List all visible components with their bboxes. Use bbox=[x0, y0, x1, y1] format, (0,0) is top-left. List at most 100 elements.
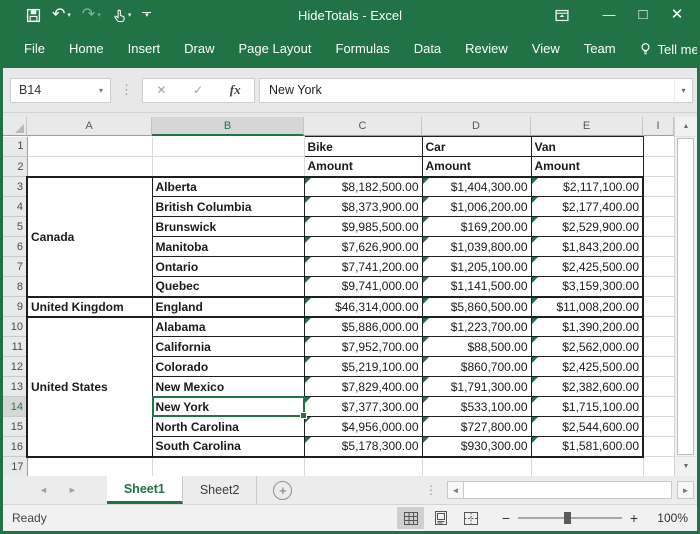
insert-function-icon[interactable]: fx bbox=[230, 82, 241, 98]
cell-I13[interactable] bbox=[643, 377, 674, 397]
sheet-tab-sheet2[interactable]: Sheet2 bbox=[183, 476, 258, 504]
zoom-in-button[interactable]: + bbox=[628, 510, 640, 526]
cell-D7[interactable]: $1,205,100.00 bbox=[422, 257, 531, 277]
cell-I1[interactable] bbox=[643, 137, 674, 157]
cell-A17[interactable] bbox=[27, 457, 152, 477]
cell-C12[interactable]: $5,219,100.00 bbox=[304, 357, 422, 377]
next-sheet-icon[interactable]: ► bbox=[68, 485, 77, 495]
cell-D2[interactable]: Amount bbox=[422, 157, 531, 177]
cell-I4[interactable] bbox=[643, 197, 674, 217]
horizontal-scrollbar-thumb[interactable] bbox=[464, 481, 672, 499]
tab-draw[interactable]: Draw bbox=[172, 30, 226, 68]
cell-E3[interactable]: $2,117,100.00 bbox=[531, 177, 643, 197]
cell-C10[interactable]: $5,886,000.00 bbox=[304, 317, 422, 337]
row-header-17[interactable]: 17 bbox=[3, 457, 27, 477]
zoom-out-button[interactable]: − bbox=[500, 510, 512, 526]
tab-data[interactable]: Data bbox=[402, 30, 453, 68]
row-header-15[interactable]: 15 bbox=[3, 417, 27, 437]
tab-home[interactable]: Home bbox=[57, 30, 116, 68]
expand-formula-bar-icon[interactable]: ▾ bbox=[674, 78, 693, 103]
tell-me-button[interactable]: Tell me bbox=[628, 41, 700, 57]
row-header-6[interactable]: 6 bbox=[3, 237, 27, 257]
tab-formulas[interactable]: Formulas bbox=[324, 30, 402, 68]
page-layout-view-button[interactable] bbox=[427, 507, 454, 529]
cell-C7[interactable]: $7,741,200.00 bbox=[304, 257, 422, 277]
cell-D8[interactable]: $1,141,500.00 bbox=[422, 277, 531, 297]
cell-C11[interactable]: $7,952,700.00 bbox=[304, 337, 422, 357]
cell-D17[interactable] bbox=[422, 457, 531, 477]
cell-C16[interactable]: $5,178,300.00 bbox=[304, 437, 422, 457]
ribbon-display-options-button[interactable] bbox=[554, 8, 570, 23]
cell-A2[interactable] bbox=[27, 157, 152, 177]
formula-input[interactable]: New York bbox=[259, 78, 674, 103]
cell-D13[interactable]: $1,791,300.00 bbox=[422, 377, 531, 397]
cell-E14[interactable]: $1,715,100.00 bbox=[531, 397, 643, 417]
touch-mode-dropdown-icon[interactable]: ▾ bbox=[128, 12, 132, 19]
tab-review[interactable]: Review bbox=[453, 30, 520, 68]
cell-B7[interactable]: Ontario bbox=[152, 257, 304, 277]
column-header-I[interactable]: I bbox=[643, 117, 674, 136]
zoom-level[interactable]: 100% bbox=[652, 511, 688, 525]
cancel-icon[interactable]: ✕ bbox=[156, 83, 166, 97]
tab-team[interactable]: Team bbox=[572, 30, 628, 68]
cell-C15[interactable]: $4,956,000.00 bbox=[304, 417, 422, 437]
cell-E7[interactable]: $2,425,500.00 bbox=[531, 257, 643, 277]
close-button[interactable]: ✕ bbox=[660, 0, 694, 30]
cell-B2[interactable] bbox=[152, 157, 304, 177]
cell-I11[interactable] bbox=[643, 337, 674, 357]
cell-E13[interactable]: $2,382,600.00 bbox=[531, 377, 643, 397]
scroll-down-icon[interactable]: ▼ bbox=[675, 456, 697, 476]
cell-E11[interactable]: $2,562,000.00 bbox=[531, 337, 643, 357]
column-header-A[interactable]: A bbox=[27, 117, 152, 136]
cell-E4[interactable]: $2,177,400.00 bbox=[531, 197, 643, 217]
cell-B11[interactable]: California bbox=[152, 337, 304, 357]
cell-B1[interactable] bbox=[152, 137, 304, 157]
scroll-right-icon[interactable]: ► bbox=[677, 481, 694, 499]
cell-B9[interactable]: England bbox=[152, 297, 304, 317]
cell-C9[interactable]: $46,314,000.00 bbox=[304, 297, 422, 317]
cell-C5[interactable]: $9,985,500.00 bbox=[304, 217, 422, 237]
redo-dropdown-icon[interactable]: ▾ bbox=[97, 12, 101, 19]
row-header-7[interactable]: 7 bbox=[3, 257, 27, 277]
row-header-13[interactable]: 13 bbox=[3, 377, 27, 397]
cell-I2[interactable] bbox=[643, 157, 674, 177]
cell-E8[interactable]: $3,159,300.00 bbox=[531, 277, 643, 297]
cell-C13[interactable]: $7,829,400.00 bbox=[304, 377, 422, 397]
row-header-12[interactable]: 12 bbox=[3, 357, 27, 377]
cell-C4[interactable]: $8,373,900.00 bbox=[304, 197, 422, 217]
cell-D3[interactable]: $1,404,300.00 bbox=[422, 177, 531, 197]
cell-region-united-states[interactable]: United States bbox=[27, 317, 152, 457]
scroll-up-icon[interactable]: ▲ bbox=[675, 117, 697, 137]
cell-I9[interactable] bbox=[643, 297, 674, 317]
cell-D6[interactable]: $1,039,800.00 bbox=[422, 237, 531, 257]
cell-B3[interactable]: Alberta bbox=[152, 177, 304, 197]
cell-B10[interactable]: Alabama bbox=[152, 317, 304, 337]
cell-E12[interactable]: $2,425,500.00 bbox=[531, 357, 643, 377]
cell-I16[interactable] bbox=[643, 437, 674, 457]
name-box-dropdown-icon[interactable]: ▾ bbox=[92, 86, 110, 95]
cell-I5[interactable] bbox=[643, 217, 674, 237]
cell-D15[interactable]: $727,800.00 bbox=[422, 417, 531, 437]
row-header-16[interactable]: 16 bbox=[3, 437, 27, 457]
cell-D1[interactable]: Car bbox=[422, 137, 531, 157]
column-header-E[interactable]: E bbox=[531, 117, 643, 136]
zoom-slider[interactable] bbox=[518, 517, 622, 519]
cell-C14[interactable]: $7,377,300.00 bbox=[304, 397, 422, 417]
cell-B14[interactable]: New York bbox=[152, 397, 304, 417]
cell-E2[interactable]: Amount bbox=[531, 157, 643, 177]
cell-I12[interactable] bbox=[643, 357, 674, 377]
cell-D4[interactable]: $1,006,200.00 bbox=[422, 197, 531, 217]
normal-view-button[interactable] bbox=[397, 507, 424, 529]
cell-region-united-kingdom[interactable]: United Kingdom bbox=[27, 297, 152, 317]
maximize-button[interactable]: □ bbox=[626, 0, 660, 30]
cell-D9[interactable]: $5,860,500.00 bbox=[422, 297, 531, 317]
cell-E5[interactable]: $2,529,900.00 bbox=[531, 217, 643, 237]
cell-C8[interactable]: $9,741,000.00 bbox=[304, 277, 422, 297]
cell-C3[interactable]: $8,182,500.00 bbox=[304, 177, 422, 197]
touch-mouse-mode-button[interactable]: ▾ bbox=[112, 8, 132, 23]
cell-E1[interactable]: Van bbox=[531, 137, 643, 157]
column-header-B[interactable]: B bbox=[152, 117, 304, 136]
name-box[interactable]: B14 ▾ bbox=[10, 78, 111, 103]
page-break-preview-button[interactable] bbox=[457, 507, 484, 529]
cell-B6[interactable]: Manitoba bbox=[152, 237, 304, 257]
